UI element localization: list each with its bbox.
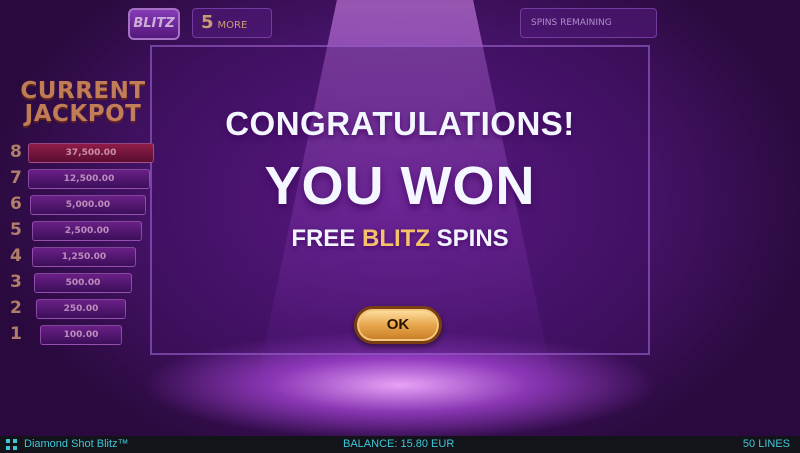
jackpot-row-amount: 250.00	[36, 299, 126, 319]
jackpot-list: 8 37,500.00 7 12,500.00 6 5,000.00 5 2,5…	[10, 140, 154, 348]
prize-spins-word: SPINS	[436, 225, 509, 252]
jackpot-row-count: 6	[10, 194, 22, 214]
ok-button[interactable]: OK	[354, 306, 442, 344]
jackpot-row: 3 500.00	[10, 270, 150, 296]
jackpot-row-count: 1	[10, 324, 22, 344]
jackpot-row-count: 3	[10, 272, 22, 292]
menu-grid-icon[interactable]	[6, 439, 17, 450]
jackpot-row: 8 37,500.00	[10, 140, 154, 166]
jackpot-row: 7 12,500.00	[10, 166, 150, 192]
jackpot-row-amount: 5,000.00	[30, 195, 146, 215]
jackpot-row-amount: 12,500.00	[28, 169, 150, 189]
jackpot-row-count: 5	[10, 220, 22, 240]
blitz-logo: BLITZ	[128, 8, 180, 40]
jackpot-row: 1 100.00	[10, 322, 150, 348]
spins-remaining-panel: SPINS REMAINING	[520, 8, 657, 38]
more-count: 5	[201, 12, 214, 33]
jackpot-row-amount: 500.00	[34, 273, 132, 293]
congratulations-heading: CONGRATULATIONS!	[225, 105, 575, 142]
win-dialog: CONGRATULATIONS! YOU WON FREE BLITZ SPIN…	[150, 105, 650, 253]
game-stage: BLITZ 5 MORE SPINS REMAINING CURRENT JACK…	[0, 0, 800, 436]
jackpot-row-count: 7	[10, 168, 22, 188]
status-bar: Diamond Shot Blitz™ BALANCE: 15.80 EUR 5…	[0, 436, 800, 453]
jackpot-row-amount: 100.00	[40, 325, 122, 345]
jackpot-row: 6 5,000.00	[10, 192, 150, 218]
prize-blitz-word: BLITZ	[362, 225, 430, 252]
prize-free-word: FREE	[291, 225, 356, 252]
more-label: MORE	[217, 20, 248, 31]
balance-display: BALANCE: 15.80 EUR	[343, 438, 455, 450]
jackpot-row-count: 8	[10, 142, 22, 162]
jackpot-title: CURRENT JACKPOT	[18, 80, 148, 126]
jackpot-row-amount: 1,250.00	[32, 247, 136, 267]
jackpot-row-count: 2	[10, 298, 22, 318]
jackpot-row: 4 1,250.00	[10, 244, 150, 270]
more-counter: 5 MORE	[192, 8, 272, 38]
jackpot-row: 5 2,500.00	[10, 218, 150, 244]
prize-line: FREE BLITZ SPINS	[150, 225, 650, 253]
jackpot-title-line1: CURRENT	[20, 78, 146, 104]
you-won-heading: YOU WON	[264, 156, 536, 216]
game-name: Diamond Shot Blitz™	[24, 438, 129, 450]
jackpot-row-count: 4	[10, 246, 22, 266]
lines-display: 50 LINES	[742, 438, 790, 450]
jackpot-title-line2: JACKPOT	[24, 101, 142, 127]
top-bar: BLITZ 5 MORE SPINS REMAINING	[120, 8, 660, 40]
jackpot-row-amount: 37,500.00	[28, 143, 154, 163]
jackpot-row-amount: 2,500.00	[32, 221, 142, 241]
jackpot-row: 2 250.00	[10, 296, 150, 322]
spins-remaining-label: SPINS REMAINING	[531, 18, 612, 28]
